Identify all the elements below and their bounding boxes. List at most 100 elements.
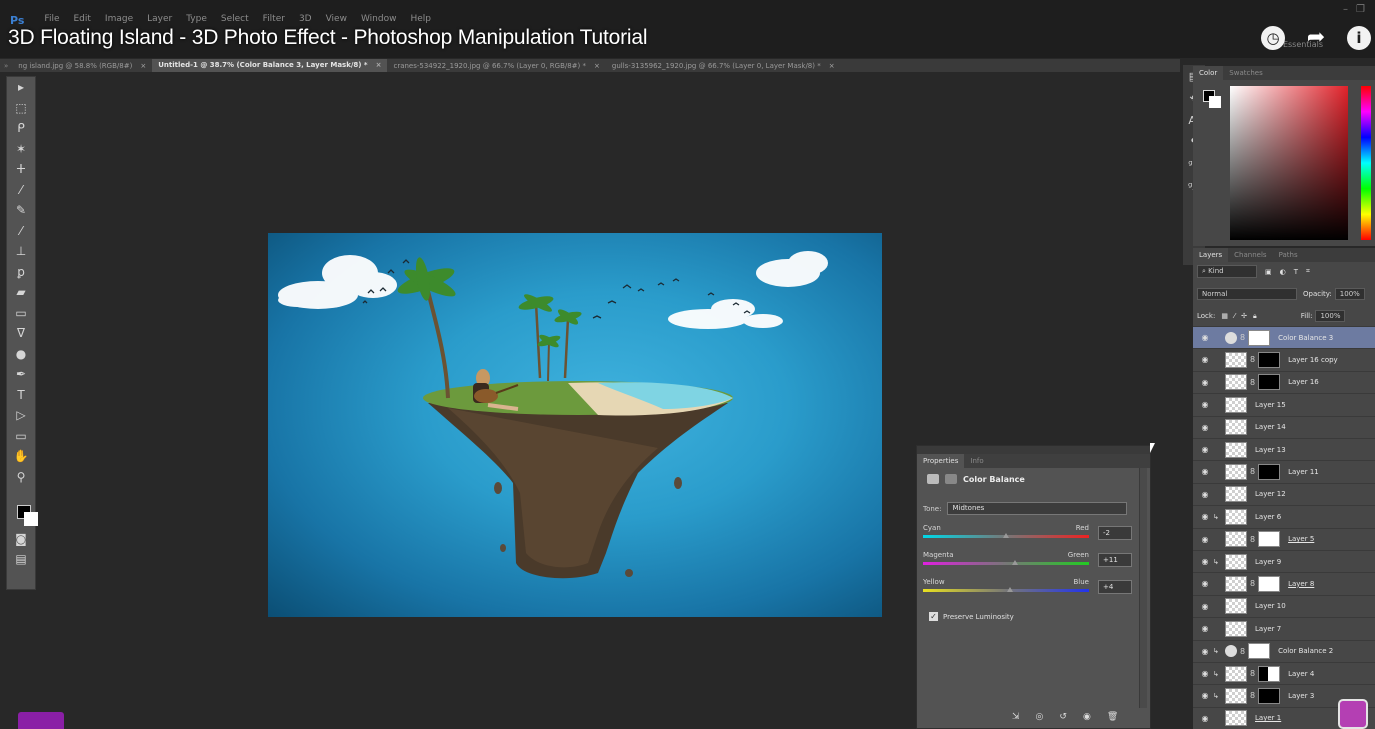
visibility-eye-icon[interactable]: ◉: [1197, 669, 1213, 678]
filter-shape-icon[interactable]: ⌗: [1306, 267, 1310, 276]
layer-row[interactable]: ◉ Layer 14: [1193, 415, 1375, 438]
tab-info[interactable]: Info: [964, 457, 989, 465]
visibility-eye-icon[interactable]: ◉: [1197, 467, 1213, 476]
tone-select[interactable]: Midtones: [947, 502, 1128, 515]
layer-row[interactable]: ◉ ↳ Layer 9: [1193, 550, 1375, 572]
visibility-eye-icon[interactable]: ◉: [1197, 557, 1213, 566]
history-brush-tool-icon[interactable]: ꝑ: [7, 262, 35, 283]
link-icon[interactable]: 8: [1250, 579, 1255, 588]
gradient-tool-icon[interactable]: ▭: [7, 303, 35, 324]
layer-row[interactable]: ◉ Layer 12: [1193, 482, 1375, 505]
layer-thumbnail[interactable]: [1225, 710, 1247, 727]
visibility-eye-icon[interactable]: ◉: [1197, 535, 1213, 544]
fill-input[interactable]: 100%: [1315, 310, 1346, 322]
delete-icon[interactable]: 🗑︎: [1107, 712, 1118, 722]
blend-mode-select[interactable]: Normal: [1197, 288, 1297, 300]
blur-tool-icon[interactable]: ᐁ: [7, 323, 35, 344]
slider-knob[interactable]: [1003, 533, 1009, 538]
hue-slider[interactable]: [1361, 86, 1371, 240]
layer-thumbnail[interactable]: [1225, 687, 1247, 704]
cyan-red-slider[interactable]: Cyan Red -2: [923, 524, 1143, 540]
tab-properties[interactable]: Properties: [917, 454, 965, 468]
lock-pixels-icon[interactable]: ▦: [1221, 312, 1228, 320]
color-panel-background[interactable]: [1209, 96, 1221, 108]
layer-thumbnail[interactable]: [1225, 463, 1247, 480]
layer-thumbnail[interactable]: [1225, 531, 1247, 548]
tab-untitled-1[interactable]: Untitled-1 @ 38.7% (Color Balance 3, Lay…: [152, 59, 388, 72]
layer-mask-thumbnail[interactable]: [1248, 643, 1271, 660]
layer-thumbnail[interactable]: [1225, 351, 1247, 368]
lock-brush-icon[interactable]: ⁄: [1234, 312, 1235, 320]
visibility-eye-icon[interactable]: ◉: [1197, 647, 1213, 656]
eraser-tool-icon[interactable]: ▰: [7, 282, 35, 303]
lock-all-icon[interactable]: 🔒︎: [1253, 312, 1257, 321]
tab-cranes[interactable]: cranes-534922_1920.jpg @ 66.7% (Layer 0,…: [387, 62, 605, 70]
clock-icon[interactable]: ◷: [1261, 26, 1285, 50]
video-title[interactable]: 3D Floating Island - 3D Photo Effect - P…: [8, 26, 648, 50]
dodge-tool-icon[interactable]: ●: [7, 344, 35, 365]
layer-thumbnail[interactable]: [1225, 553, 1247, 570]
rectangle-tool-icon[interactable]: ▭: [7, 426, 35, 447]
close-icon[interactable]: ×: [140, 62, 146, 70]
layer-mask-thumbnail[interactable]: [1258, 374, 1281, 391]
layer-thumbnail[interactable]: [1225, 486, 1247, 503]
link-icon[interactable]: 8: [1250, 467, 1255, 476]
close-icon[interactable]: ×: [829, 62, 835, 70]
color-picker-field[interactable]: [1230, 86, 1348, 240]
tab-gulls[interactable]: gulls-3135962_1920.jpg @ 66.7% (Layer 0,…: [606, 62, 841, 70]
visibility-eye-icon[interactable]: ◉: [1197, 378, 1213, 387]
layer-thumbnail[interactable]: [1225, 508, 1247, 525]
layer-mask-thumbnail[interactable]: [1258, 531, 1281, 548]
slider-knob[interactable]: [1007, 587, 1013, 592]
layer-row[interactable]: ◉ ↳ 8 Color Balance 2: [1193, 639, 1375, 662]
link-icon[interactable]: 8: [1240, 647, 1245, 656]
yellow-blue-input[interactable]: +4: [1098, 580, 1132, 594]
layer-row[interactable]: ◉ Layer 13: [1193, 438, 1375, 460]
tab-swatches[interactable]: Swatches: [1223, 69, 1268, 77]
healing-brush-tool-icon[interactable]: ✎: [7, 200, 35, 221]
checkmark-icon[interactable]: ✓: [929, 612, 938, 621]
share-icon[interactable]: ➦: [1303, 27, 1329, 49]
pen-tool-icon[interactable]: ✒: [7, 364, 35, 385]
visibility-icon[interactable]: ◉: [1083, 712, 1091, 722]
visibility-eye-icon[interactable]: ◉: [1197, 691, 1213, 700]
yellow-blue-slider[interactable]: Yellow Blue +4: [923, 578, 1143, 594]
zoom-tool-icon[interactable]: ⚲: [7, 467, 35, 488]
link-icon[interactable]: 8: [1250, 535, 1255, 544]
layer-row[interactable]: ◉ Layer 15: [1193, 393, 1375, 415]
layer-row[interactable]: ◉ ↳ 8 Layer 4: [1193, 662, 1375, 684]
layer-mask-thumbnail[interactable]: [1258, 687, 1281, 704]
filter-adjustment-icon[interactable]: ◐: [1280, 268, 1286, 276]
slider-knob[interactable]: [1012, 560, 1018, 565]
layer-thumbnail[interactable]: [1225, 441, 1247, 458]
info-icon[interactable]: i: [1347, 26, 1371, 50]
link-icon[interactable]: 8: [1250, 378, 1255, 387]
properties-scrollbar[interactable]: [1139, 468, 1147, 708]
preserve-luminosity-checkbox[interactable]: ✓ Preserve Luminosity: [929, 612, 1014, 621]
eyedropper-tool-icon[interactable]: ⁄: [7, 180, 35, 201]
close-icon[interactable]: ×: [594, 62, 600, 70]
filter-pixel-icon[interactable]: ▣: [1265, 268, 1272, 276]
mask-icon[interactable]: [945, 474, 957, 484]
visibility-eye-icon[interactable]: ◉: [1197, 400, 1213, 409]
layer-row[interactable]: ◉ 8 Layer 16: [1193, 370, 1375, 393]
visibility-eye-icon[interactable]: ◉: [1197, 490, 1213, 499]
layer-mask-thumbnail[interactable]: [1258, 351, 1281, 368]
visibility-eye-icon[interactable]: ◉: [1197, 624, 1213, 633]
adjustment-layer-icon[interactable]: [1225, 645, 1237, 658]
layer-thumbnail[interactable]: [1225, 374, 1247, 391]
magenta-green-input[interactable]: +11: [1098, 553, 1132, 567]
link-icon[interactable]: 8: [1240, 333, 1245, 342]
layer-row[interactable]: ◉ Layer 10: [1193, 594, 1375, 617]
layer-row[interactable]: ◉ 8 Layer 16 copy: [1193, 348, 1375, 370]
screen-mode-icon[interactable]: ▤: [7, 549, 35, 570]
close-icon[interactable]: ×: [376, 59, 382, 72]
lasso-tool-icon[interactable]: ᑭ: [7, 118, 35, 139]
link-icon[interactable]: 8: [1250, 669, 1255, 678]
view-previous-icon[interactable]: ◎: [1036, 712, 1044, 722]
move-tool-icon[interactable]: ▸: [7, 77, 35, 98]
layer-row[interactable]: ◉ 8 Color Balance 3: [1193, 326, 1375, 348]
visibility-eye-icon[interactable]: ◉: [1197, 445, 1213, 454]
visibility-eye-icon[interactable]: ◉: [1197, 714, 1213, 723]
visibility-eye-icon[interactable]: ◉: [1197, 333, 1213, 342]
